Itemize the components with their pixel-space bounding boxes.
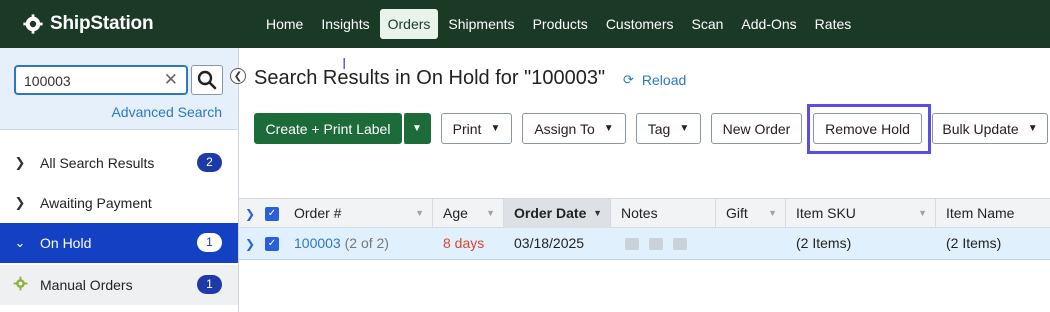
chevron-down-icon: ⌄ (14, 235, 26, 250)
new-order-label: New Order (722, 120, 791, 137)
table-header: ❯ ✓ Order # ▼ Age ▼ Order Date ▼ Notes Gift… (239, 198, 1050, 228)
column-label: Gift (726, 205, 748, 221)
search-icon (197, 70, 217, 90)
sort-icon: ▼ (918, 208, 927, 218)
row-select-cell: ❯ ✓ (239, 228, 284, 259)
search-input[interactable] (24, 72, 154, 90)
search-box[interactable]: ✕ (14, 65, 188, 95)
sidebar-item-awaiting-payment[interactable]: ❯ Awaiting Payment (0, 183, 238, 223)
gear-icon (0, 276, 40, 294)
caret-down-icon: ▼ (490, 123, 501, 134)
chevron-right-icon[interactable]: ❯ (245, 237, 255, 251)
search-button[interactable] (191, 65, 223, 95)
column-order-number[interactable]: Order # ▼ (284, 199, 433, 228)
column-label: Item Name (946, 205, 1015, 221)
nav-customers[interactable]: Customers (598, 9, 682, 39)
select-all-checkbox[interactable]: ✓ (264, 207, 279, 222)
order-suffix: (2 of 2) (344, 235, 389, 251)
main-nav: Home Insights Orders Shipments Products … (258, 9, 861, 39)
nav-orders[interactable]: Orders (379, 9, 439, 39)
nav-add-ons[interactable]: Add-Ons (733, 9, 804, 39)
new-order-button[interactable]: New Order (711, 113, 802, 144)
bulk-update-label: Bulk Update (942, 120, 1019, 137)
table-row[interactable]: ❯ ✓ 100003 (2 of 2) 8 days 03/18/2025 (2… (239, 228, 1050, 260)
chevron-left-icon: ❮ (233, 70, 243, 82)
nav-insights[interactable]: Insights (313, 9, 377, 39)
chevron-right-icon: ❯ (14, 195, 26, 210)
assign-to-label: Assign To (534, 120, 595, 137)
close-icon[interactable]: ✕ (164, 70, 178, 90)
customer-note-icon (625, 238, 639, 251)
column-label: Order # (294, 205, 342, 221)
cell-item-name: (2 Items) (946, 235, 1002, 251)
focus-highlight (807, 104, 931, 154)
sidebar-item-label: Awaiting Payment (40, 195, 152, 211)
sort-icon: ▼ (486, 208, 495, 218)
sidebar-item-manual-orders[interactable]: Manual Orders 1 (0, 265, 238, 305)
column-label: Item SKU (796, 205, 856, 221)
tag-button[interactable]: Tag ▼ (636, 113, 701, 144)
bulk-update-button[interactable]: Bulk Update ▼ (932, 113, 1048, 144)
reload-icon: ⟳ (623, 72, 634, 87)
column-label: Order Date (514, 205, 587, 221)
count-badge: 2 (197, 153, 222, 172)
column-label: Notes (621, 205, 658, 221)
column-item-sku[interactable]: Item SKU ▼ (786, 199, 936, 228)
create-print-dropdown-button[interactable]: ▼ (403, 113, 431, 144)
column-gift[interactable]: Gift ▼ (716, 199, 786, 228)
cell-order-date: 03/18/2025 (514, 235, 585, 251)
caret-down-icon: ▼ (412, 123, 422, 134)
logo-text: ShipStation (50, 13, 154, 34)
internal-note-icon (673, 238, 687, 251)
message-icon (649, 238, 663, 251)
create-print-label: Create + Print Label (265, 120, 391, 137)
column-label: Age (443, 205, 468, 221)
caret-down-icon: ▼ (603, 123, 614, 134)
search-panel: ✕ Advanced Search (0, 48, 238, 130)
sidebar: ✕ Advanced Search ❯ All Search Results 2… (0, 48, 239, 312)
print-button[interactable]: Print ▼ (441, 113, 512, 144)
text-cursor-icon: I (342, 56, 347, 73)
tag-label: Tag (647, 120, 671, 137)
column-item-name[interactable]: Item Name (936, 199, 1050, 228)
logo[interactable]: ShipStation (22, 12, 154, 36)
chevron-right-icon: ❯ (14, 155, 26, 170)
cell-gift (716, 228, 786, 259)
caret-down-icon: ▼ (679, 123, 690, 134)
create-print-label-button[interactable]: Create + Print Label (254, 113, 402, 144)
cell-age: 8 days (443, 235, 485, 251)
top-nav-bar: ShipStation Home Insights Orders Shipmen… (0, 0, 1050, 48)
caret-down-icon: ▼ (1027, 123, 1038, 134)
assign-to-button[interactable]: Assign To ▼ (522, 113, 626, 144)
nav-products[interactable]: Products (525, 9, 596, 39)
advanced-search-link[interactable]: Advanced Search (111, 104, 222, 120)
reload-label: Reload (641, 72, 687, 88)
reload-link[interactable]: ⟳ Reload (623, 72, 686, 88)
collapse-sidebar-button[interactable]: ❮ (230, 68, 246, 84)
sidebar-item-all-search-results[interactable]: ❯ All Search Results 2 (0, 143, 238, 183)
nav-scan[interactable]: Scan (684, 9, 732, 39)
cell-notes (611, 228, 716, 259)
sidebar-item-on-hold[interactable]: ⌄ On Hold 1 (0, 223, 238, 263)
sort-icon: ▼ (415, 208, 424, 218)
nav-rates[interactable]: Rates (807, 9, 860, 39)
count-badge: 1 (197, 233, 222, 252)
nav-shipments[interactable]: Shipments (440, 9, 522, 39)
chevron-right-icon[interactable]: ❯ (245, 207, 255, 221)
cell-item-sku: (2 Items) (796, 235, 852, 251)
print-label: Print (452, 120, 482, 137)
column-notes[interactable]: Notes (611, 199, 716, 228)
column-age[interactable]: Age ▼ (433, 199, 504, 228)
header-select-cell: ❯ ✓ (239, 199, 284, 228)
cell-order-number: 100003 (2 of 2) (284, 228, 433, 259)
sort-icon: ▼ (593, 208, 602, 218)
column-order-date[interactable]: Order Date ▼ (504, 199, 611, 228)
page-title: Search Results in On Hold for "100003" (254, 67, 606, 89)
shipstation-gear-icon (23, 14, 43, 34)
order-number-link[interactable]: 100003 (294, 235, 341, 251)
count-badge: 1 (197, 275, 222, 294)
row-checkbox[interactable]: ✓ (264, 237, 279, 252)
sort-icon: ▼ (768, 208, 777, 218)
nav-home[interactable]: Home (258, 9, 311, 39)
